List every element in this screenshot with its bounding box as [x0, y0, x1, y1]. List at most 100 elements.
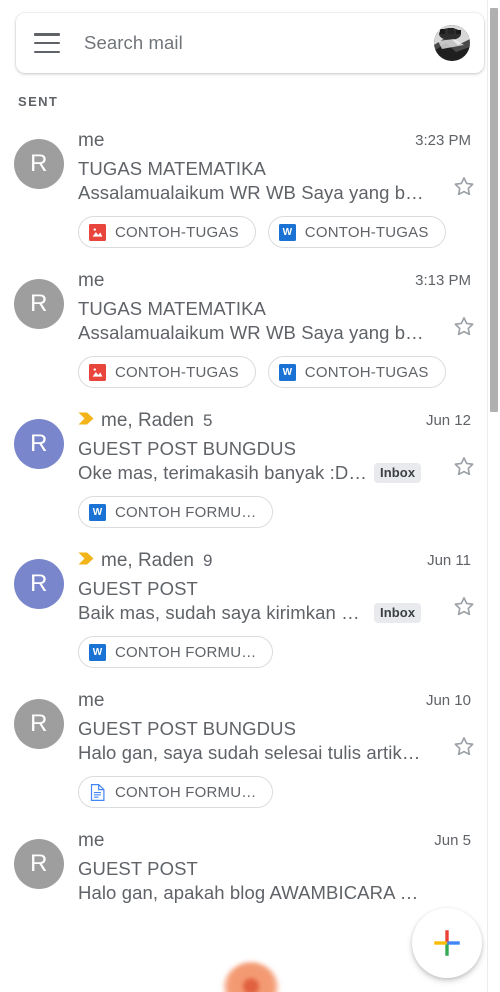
avatar-column: R — [0, 270, 78, 392]
account-avatar[interactable] — [434, 25, 470, 61]
word-attachment-icon: W — [278, 363, 296, 381]
email-snippet-row: Baik mas, sudah saya kirimkan di lampi… I… — [78, 602, 485, 624]
email-subject: TUGAS MATEMATIKA — [78, 298, 266, 319]
email-timestamp: 3:13 PM — [415, 272, 471, 289]
email-body: me 3:23 PM TUGAS MATEMATIKA Assalamualaikum… — [78, 130, 493, 252]
attachment-name: CONTOH FORMU… — [115, 783, 257, 801]
attachment-chip[interactable]: CONTOH-TUGAS — [78, 356, 256, 388]
email-timestamp: 3:23 PM — [415, 132, 471, 149]
email-sender: me — [78, 690, 105, 711]
email-snippet: Baik mas, sudah saya kirimkan di lampi… — [78, 602, 368, 623]
email-timestamp: Jun 12 — [425, 412, 471, 429]
important-marker-icon[interactable] — [78, 412, 95, 425]
touch-pointer-indicator — [222, 962, 280, 992]
sender-avatar[interactable]: R — [14, 559, 64, 609]
email-list-item[interactable]: Rme 3:23 PM TUGAS MATEMATIKA Assalamualaiku… — [0, 122, 493, 262]
vertical-scrollbar[interactable] — [487, 0, 500, 992]
star-button[interactable] — [451, 314, 477, 340]
attachment-chip-row: CONTOH FORMU… — [78, 776, 485, 808]
email-timestamp: Jun 5 — [434, 832, 471, 849]
search-bar-container — [16, 13, 484, 73]
attachment-name: CONTOH-TUGAS — [304, 223, 429, 241]
email-body: me, Raden 9 Jun 11 GUEST POST Baik mas, suda… — [78, 550, 493, 672]
email-body: me Jun 10 GUEST POST BUNGDUS Halo gan, saya… — [78, 690, 493, 812]
word-attachment-icon: W — [278, 223, 296, 241]
email-body: me 3:13 PM TUGAS MATEMATIKA Assalamualaikum… — [78, 270, 493, 392]
compose-fab-button[interactable] — [412, 908, 482, 978]
star-button[interactable] — [451, 454, 477, 480]
word-attachment-icon: W — [89, 503, 106, 521]
avatar-column: R — [0, 550, 78, 672]
sender-avatar[interactable]: R — [14, 139, 64, 189]
email-list-item[interactable]: Rme, Raden 5 Jun 12 GUEST POST BUNGDUS Oke m… — [0, 402, 493, 542]
mail-list: Rme 3:23 PM TUGAS MATEMATIKA Assalamualaiku… — [0, 122, 493, 934]
search-input[interactable] — [84, 32, 434, 54]
image-attachment-icon — [89, 223, 106, 241]
star-button[interactable] — [451, 174, 477, 200]
star-outline-icon — [454, 737, 474, 756]
attachment-chip-row: CONTOH-TUGAS W CONTOH-TUGAS — [78, 216, 485, 248]
email-snippet-row: Halo gan, saya sudah selesai tulis artik… — [78, 742, 485, 764]
avatar-column: R — [0, 410, 78, 532]
avatar-column: R — [0, 130, 78, 252]
star-outline-icon — [454, 317, 474, 336]
star-outline-icon — [454, 457, 474, 476]
email-header-line: me, Raden 9 — [78, 550, 485, 576]
thread-message-count: 5 — [202, 411, 213, 430]
email-snippet: Halo gan, saya sudah selesai tulis artik… — [78, 742, 430, 763]
star-outline-icon — [454, 597, 474, 616]
star-button[interactable] — [451, 734, 477, 760]
attachment-name: CONTOH-TUGAS — [115, 363, 239, 381]
sender-avatar[interactable]: R — [14, 279, 64, 329]
attachment-name: CONTOH-TUGAS — [304, 363, 429, 381]
star-button[interactable] — [451, 594, 477, 620]
attachment-chip[interactable]: W CONTOH FORMU… — [78, 496, 274, 528]
important-marker-icon[interactable] — [78, 552, 95, 565]
sender-avatar[interactable]: R — [14, 419, 64, 469]
email-subject: GUEST POST BUNGDUS — [78, 438, 297, 459]
sender-avatar[interactable]: R — [14, 699, 64, 749]
email-snippet-row: Assalamualaikum WR WB Saya yang bernama… — [78, 182, 485, 204]
important-marker-icon — [78, 412, 94, 425]
attachment-chip[interactable]: CONTOH-TUGAS — [78, 216, 256, 248]
email-body: me Jun 5 GUEST POST Halo gan, apakah blog A… — [78, 830, 493, 924]
star-outline-icon — [454, 177, 474, 196]
email-snippet: Oke mas, terimakasih banyak :D On Fri,… — [78, 462, 368, 483]
sender-avatar[interactable]: R — [14, 839, 64, 889]
email-sender: me — [78, 130, 105, 151]
avatar-column: R — [0, 830, 78, 924]
scrollbar-thumb[interactable] — [490, 8, 498, 412]
email-snippet: Halo gan, apakah blog AWAMBICARA mene — [78, 882, 430, 903]
attachment-chip-row: CONTOH-TUGAS W CONTOH-TUGAS — [78, 356, 485, 388]
attachment-name: CONTOH FORMU… — [115, 503, 257, 521]
email-list-item[interactable]: Rme Jun 10 GUEST POST BUNGDUS Halo gan, say… — [0, 682, 493, 822]
attachment-name: CONTOH FORMU… — [115, 643, 257, 661]
email-sender: me, Raden — [101, 410, 194, 431]
email-list-item[interactable]: Rme, Raden 9 Jun 11 GUEST POST Baik mas, sud… — [0, 542, 493, 682]
email-body: me, Raden 5 Jun 12 GUEST POST BUNGDUS Oke ma… — [78, 410, 493, 532]
gmail-app-screen: SENT Rme 3:23 PM TUGAS MATEMATIKA Assalamua… — [0, 0, 500, 992]
attachment-chip[interactable]: CONTOH FORMU… — [78, 776, 274, 808]
compose-plus-icon — [434, 930, 460, 956]
email-timestamp: Jun 11 — [427, 552, 471, 569]
attachment-chip[interactable]: W CONTOH FORMU… — [78, 636, 274, 668]
attachment-chip[interactable]: W CONTOH-TUGAS — [267, 356, 446, 388]
search-bar[interactable] — [16, 13, 484, 73]
attachment-chip[interactable]: W CONTOH-TUGAS — [267, 216, 446, 248]
email-header-line: me, Raden 5 — [78, 410, 485, 436]
avatar-column: R — [0, 690, 78, 812]
email-subject: GUEST POST — [78, 578, 198, 599]
email-snippet: Assalamualaikum WR WB Saya yang bernama… — [78, 182, 430, 203]
email-snippet-row: Oke mas, terimakasih banyak :D On Fri,… I… — [78, 462, 485, 484]
section-header-sent: SENT — [18, 94, 59, 109]
email-snippet-row: Halo gan, apakah blog AWAMBICARA mene — [78, 882, 485, 904]
email-sender: me — [78, 270, 105, 291]
email-snippet-row: Assalamualaikum WR WB Saya yang bernama… — [78, 322, 485, 344]
hamburger-menu-icon[interactable] — [34, 33, 60, 53]
attachment-chip-row: W CONTOH FORMU… — [78, 636, 485, 668]
email-label-badge: Inbox — [374, 603, 422, 623]
google-docs-attachment-icon — [89, 783, 106, 801]
email-subject: GUEST POST — [78, 858, 198, 879]
email-list-item[interactable]: Rme 3:13 PM TUGAS MATEMATIKA Assalamualaiku… — [0, 262, 493, 402]
email-list-item[interactable]: Rme Jun 5 GUEST POST Halo gan, apakah blog … — [0, 822, 493, 934]
